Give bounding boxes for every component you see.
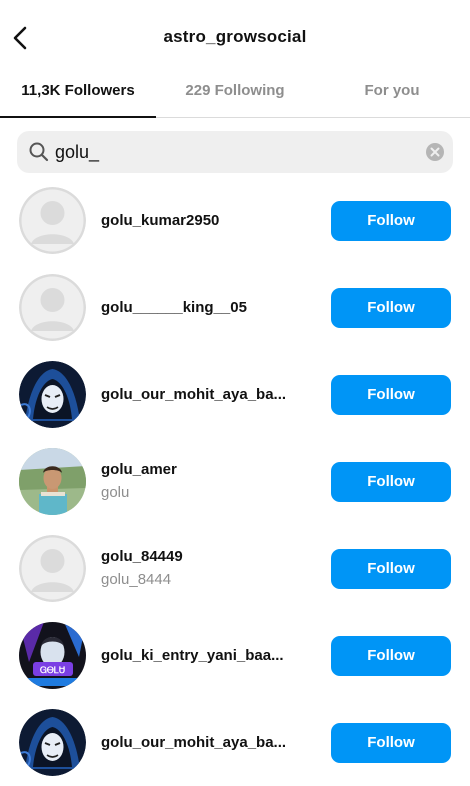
default-avatar-icon [19,535,86,602]
list-item[interactable]: golu_our_mohit_aya_ba... Follow [0,351,470,438]
follow-button[interactable]: Follow [331,549,451,589]
search-input[interactable] [55,137,425,167]
tab-following[interactable]: 229 Following [156,80,314,108]
avatar[interactable] [19,535,86,602]
list-item[interactable]: golu_amer golu Follow [0,438,470,525]
username[interactable]: golu______king__05 [101,299,247,316]
avatar[interactable] [19,361,86,428]
list-item[interactable]: golu______king__05 Follow [0,264,470,351]
default-avatar-icon [19,187,86,254]
tab-bar: 11,3K Followers 229 Following For you [0,72,470,118]
username[interactable]: golu_kumar2950 [101,212,219,229]
list-item[interactable]: golu_our_mohit_aya_ba... Follow [0,699,470,786]
masked-hood-avatar-image [19,361,86,428]
masked-hood-avatar-image [19,709,86,776]
list-item[interactable]: ᏀᎾᏞᏌ golu_ki_entry_yani_baa... Follow [0,612,470,699]
avatar[interactable] [19,274,86,341]
avatar[interactable] [19,709,86,776]
username[interactable]: golu_84449 [101,548,183,565]
username[interactable]: golu_amer [101,461,177,478]
active-tab-indicator [0,116,156,118]
full-name: golu [101,484,130,501]
search-icon [29,142,49,162]
boy-photo-avatar-image [19,448,86,515]
follow-button[interactable]: Follow [331,288,451,328]
follow-button[interactable]: Follow [331,723,451,763]
default-avatar-icon [19,274,86,341]
full-name: golu_8444 [101,571,172,588]
avatar[interactable] [19,448,86,515]
tab-for-you[interactable]: For you [314,80,470,108]
list-item[interactable]: golu_84449 golu_8444 Follow [0,525,470,612]
follow-button[interactable]: Follow [331,462,451,502]
clear-icon[interactable] [425,142,445,162]
svg-text:ᏀᎾᏞᏌ: ᏀᎾᏞᏌ [40,665,65,676]
avatar[interactable] [19,187,86,254]
top-bar: astro_growsocial [0,0,470,72]
username[interactable]: golu_our_mohit_aya_ba... [101,386,286,403]
game-art-avatar-image: ᏀᎾᏞᏌ [19,622,86,689]
list-item[interactable]: golu_kumar2950 Follow [0,177,470,264]
follow-button[interactable]: Follow [331,375,451,415]
follow-button[interactable]: Follow [331,201,451,241]
page-title: astro_growsocial [163,27,307,46]
search-bar[interactable] [17,131,453,173]
username[interactable]: golu_ki_entry_yani_baa... [101,647,284,664]
avatar[interactable]: ᏀᎾᏞᏌ [19,622,86,689]
tab-followers[interactable]: 11,3K Followers [0,80,156,108]
follow-button[interactable]: Follow [331,636,451,676]
username[interactable]: golu_our_mohit_aya_ba... [101,734,286,751]
